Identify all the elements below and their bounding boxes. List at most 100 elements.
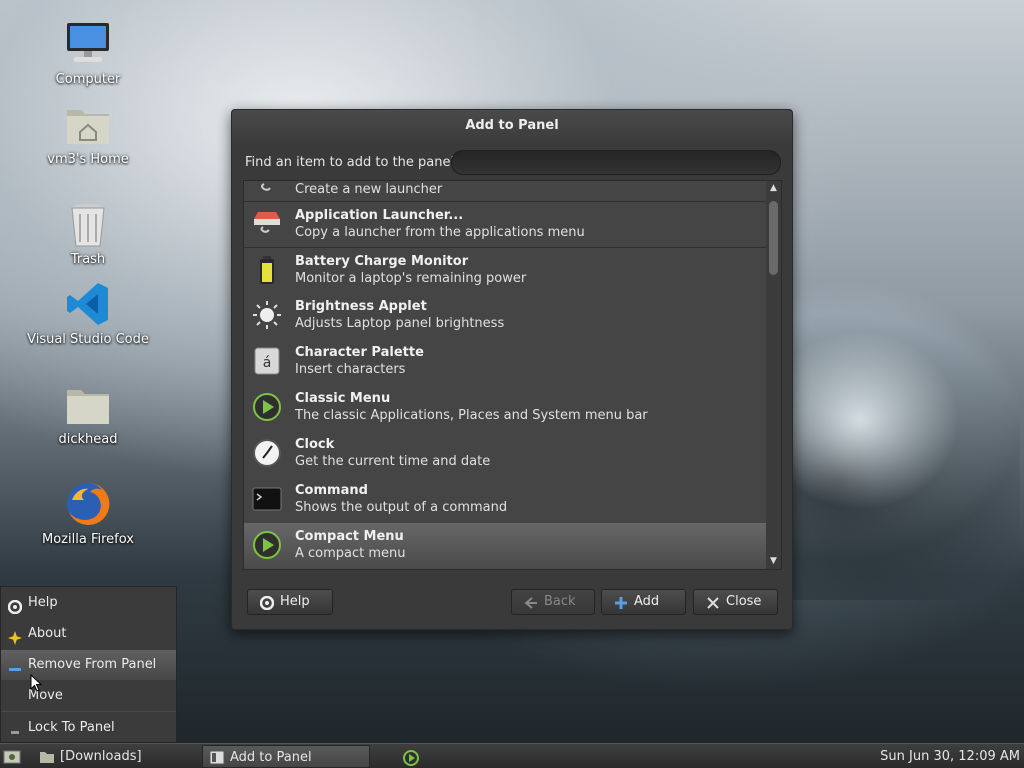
- list-item[interactable]: Command Shows the output of a command: [244, 477, 767, 523]
- close-icon: [706, 595, 720, 609]
- list-item[interactable]: Brightness Applet Adjusts Laptop panel b…: [244, 293, 767, 339]
- remove-icon: [8, 658, 22, 672]
- menu-item-remove-from-panel[interactable]: Remove From Panel: [1, 650, 176, 680]
- close-button-label: Close: [726, 594, 762, 609]
- list-item[interactable]: Compact Menu A compact menu: [244, 523, 767, 569]
- desktop-icon-vscode[interactable]: Visual Studio Code: [23, 280, 153, 347]
- desktop-icon-computer[interactable]: Computer: [23, 20, 153, 87]
- menu-item-label: Remove From Panel: [28, 657, 157, 672]
- panel-context-menu: Help About Remove From Panel Move Lock T…: [0, 586, 177, 743]
- battery-icon: [252, 255, 282, 285]
- list-item[interactable]: Application Launcher... Copy a launcher …: [244, 201, 767, 247]
- menu-item-label: Help: [28, 595, 58, 610]
- brightness-icon: [252, 300, 282, 330]
- search-row: Find an item to add to the panel:: [245, 150, 781, 176]
- clock-icon: [252, 438, 282, 468]
- computer-icon: [64, 20, 112, 68]
- back-button[interactable]: Back: [511, 589, 595, 615]
- list-item[interactable]: á Character Palette Insert characters: [244, 339, 767, 385]
- search-label: Find an item to add to the panel:: [245, 155, 459, 170]
- scroll-up-arrow-icon[interactable]: ▲: [766, 181, 781, 196]
- compact-menu-icon: [252, 530, 282, 560]
- lock-icon: [8, 721, 22, 735]
- menu-launcher-icon: [402, 749, 419, 766]
- desktop-icon-firefox[interactable]: Mozilla Firefox: [23, 480, 153, 547]
- firefox-icon: [64, 480, 112, 528]
- item-name: Brightness Applet: [295, 299, 427, 314]
- item-name: Clock: [295, 437, 335, 452]
- menu-item-label: About: [28, 626, 67, 641]
- list-scrollbar[interactable]: ▲ ▼: [766, 181, 781, 569]
- add-to-panel-dialog: Add to Panel Find an item to add to the …: [231, 109, 793, 630]
- list-item[interactable]: Classic Menu The classic Applications, P…: [244, 385, 767, 431]
- item-name: Compact Menu: [295, 529, 404, 544]
- help-icon: [7, 596, 23, 615]
- add-button[interactable]: Add: [601, 589, 686, 615]
- desktop-icon-folder[interactable]: dickhead: [23, 380, 153, 447]
- taskbar-item-add-to-panel[interactable]: Add to Panel: [202, 745, 370, 768]
- item-desc: Shows the output of a command: [295, 500, 508, 515]
- list-item[interactable]: Clock Get the current time and date: [244, 431, 767, 477]
- desktop-icon-trash[interactable]: Trash: [23, 200, 153, 267]
- item-name: Command: [295, 483, 368, 498]
- folder-icon: [64, 380, 112, 428]
- taskbar-item-label: Add to Panel: [230, 750, 312, 765]
- help-button-label: Help: [280, 594, 310, 609]
- taskbar-item-downloads[interactable]: [Downloads]: [33, 745, 198, 768]
- help-icon: [259, 595, 275, 611]
- menu-item-move[interactable]: Move: [1, 681, 176, 711]
- menu-item-lock-to-panel[interactable]: Lock To Panel: [1, 713, 176, 743]
- item-desc: Create a new launcher: [295, 182, 443, 197]
- item-desc: Insert characters: [295, 362, 406, 377]
- mouse-pointer-icon: [30, 674, 42, 692]
- trash-icon: [64, 200, 112, 248]
- panel-menu-launcher[interactable]: [400, 745, 424, 768]
- home-folder-icon: [64, 100, 112, 148]
- terminal-icon: [252, 484, 282, 514]
- application-launcher-icon: [252, 209, 282, 239]
- menu-item-label: Lock To Panel: [28, 720, 115, 735]
- item-desc: The classic Applications, Places and Sys…: [295, 408, 648, 423]
- scroll-thumb[interactable]: [769, 201, 778, 275]
- character-palette-icon: á: [252, 346, 282, 376]
- panel-clock[interactable]: Sun Jun 30, 12:09 AM: [880, 744, 1020, 768]
- dialog-title[interactable]: Add to Panel: [232, 110, 792, 142]
- help-button[interactable]: Help: [247, 589, 333, 615]
- item-desc: Monitor a laptop's remaining power: [295, 271, 527, 286]
- launcher-icon: [252, 181, 282, 196]
- scroll-down-arrow-icon[interactable]: ▼: [766, 554, 781, 569]
- bottom-panel: [Downloads] Add to Panel Sun Jun 30, 12:…: [0, 743, 1024, 768]
- show-desktop-icon: [3, 749, 21, 764]
- desktop-icon-label: Visual Studio Code: [27, 332, 149, 347]
- about-icon: [8, 627, 22, 645]
- item-name: Application Launcher...: [295, 208, 464, 223]
- menu-separator: [1, 711, 176, 712]
- item-name: Character Palette: [295, 345, 424, 360]
- desktop-icon-home[interactable]: vm3's Home: [23, 100, 153, 167]
- taskbar-item-label: [Downloads]: [60, 749, 142, 764]
- desktop-icon-label: Trash: [70, 252, 106, 267]
- back-button-label: Back: [544, 594, 576, 609]
- add-button-label: Add: [634, 594, 660, 609]
- list-item[interactable]: Battery Charge Monitor Monitor a laptop'…: [244, 247, 767, 293]
- window-icon: [209, 750, 225, 765]
- item-desc: Copy a launcher from the applications me…: [295, 225, 585, 240]
- search-input[interactable]: [451, 150, 781, 175]
- close-button[interactable]: Close: [693, 589, 778, 615]
- menu-item-about[interactable]: About: [1, 619, 176, 649]
- show-desktop-button[interactable]: [0, 745, 30, 768]
- item-desc: Adjusts Laptop panel brightness: [295, 316, 505, 331]
- add-icon: [614, 595, 628, 609]
- svg-text:á: á: [263, 355, 272, 371]
- desktop-icon-label: Computer: [55, 72, 121, 87]
- item-name: Classic Menu: [295, 391, 391, 406]
- desktop-icon-label: dickhead: [58, 432, 118, 447]
- item-name: Battery Charge Monitor: [295, 254, 469, 269]
- desktop-icon-label: vm3's Home: [47, 152, 129, 167]
- desktop-icon-label: Mozilla Firefox: [42, 532, 134, 547]
- item-desc: Get the current time and date: [295, 454, 491, 469]
- item-desc: A compact menu: [295, 546, 406, 561]
- item-list[interactable]: Create a new launcher Application Launch…: [243, 180, 782, 570]
- menu-item-help[interactable]: Help: [1, 588, 176, 618]
- back-arrow-icon: [524, 595, 538, 609]
